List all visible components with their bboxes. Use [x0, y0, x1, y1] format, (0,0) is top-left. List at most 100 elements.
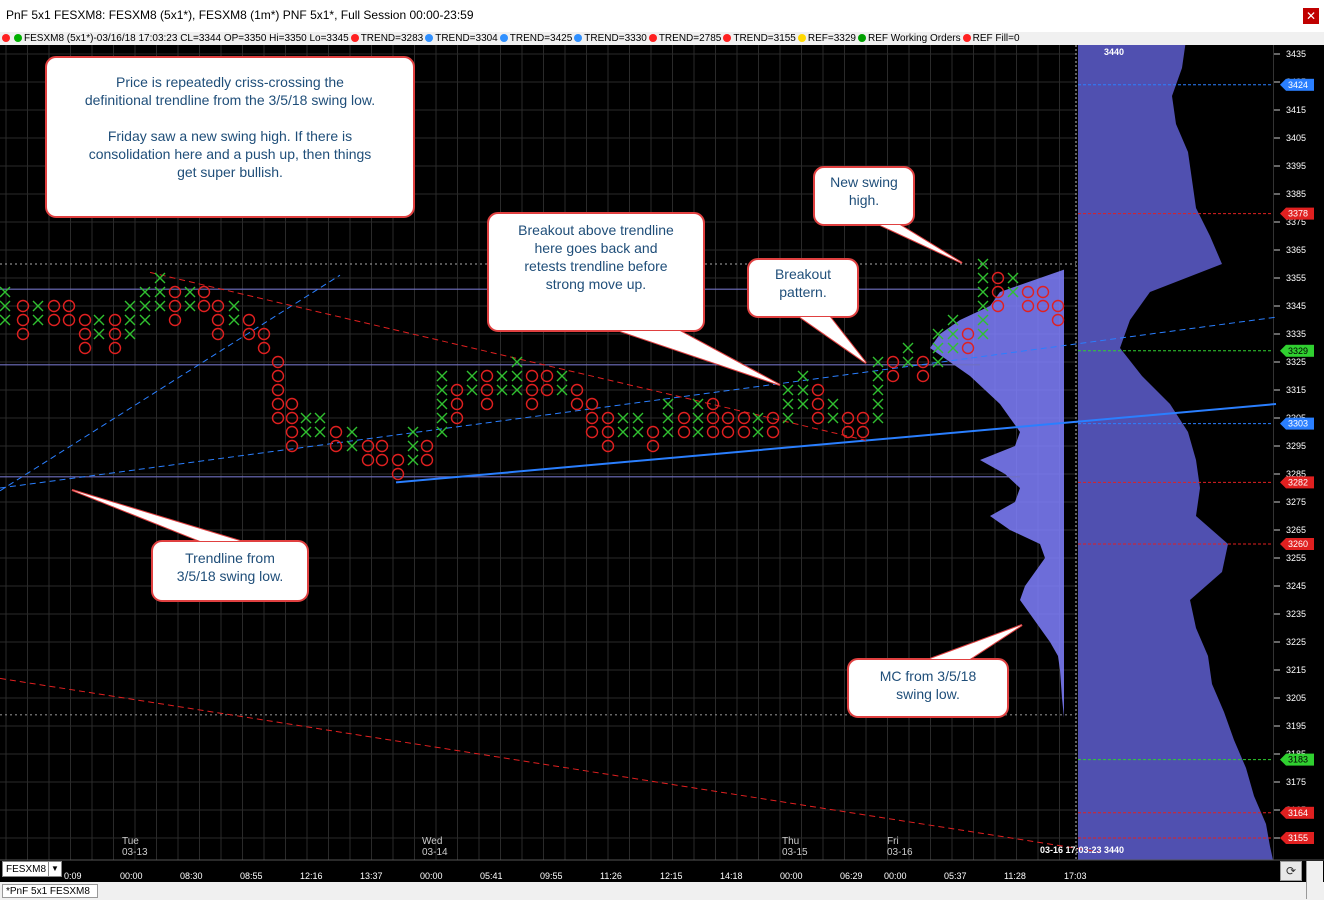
callout: Breakout above trendline here goes back a… [487, 212, 781, 386]
pnf-x-mark [314, 426, 326, 438]
pnf-o-mark [16, 313, 30, 327]
callout-text: pattern. [779, 284, 826, 300]
time-tick-label: 06:29 [840, 871, 863, 881]
current-price-label: 3440 [1104, 47, 1124, 57]
price-tick-label: 3325 [1286, 357, 1306, 367]
pnf-x-mark [93, 314, 105, 326]
date-day-label: Tue [122, 836, 139, 847]
price-tick-label: 3405 [1286, 133, 1306, 143]
time-tick-label: 12:15 [660, 871, 683, 881]
price-tag-label: 3303 [1288, 419, 1308, 429]
study-dot-icon [797, 34, 806, 42]
pnf-o-mark [525, 369, 539, 383]
price-tick-label: 3235 [1286, 609, 1306, 619]
callout: Price is repeatedly criss-crossing the de… [45, 56, 415, 218]
pnf-o-mark [585, 397, 599, 411]
price-tick-label: 3265 [1286, 525, 1306, 535]
callout-text: Trendline from [185, 550, 275, 566]
window-titlebar: PnF 5x1 FESXM8: FESXM8 (5x1*), FESXM8 (1… [0, 0, 1324, 33]
time-tick-label: 00:00 [884, 871, 907, 881]
study-dot-icon [723, 34, 732, 42]
price-tick-label: 3355 [1286, 273, 1306, 283]
pnf-o-mark [525, 397, 539, 411]
pnf-o-mark [329, 425, 343, 439]
callout-text: Friday saw a new swing high. If there is [108, 128, 352, 144]
callout: Breakout pattern. [747, 258, 867, 364]
chevron-down-icon: ▼ [48, 862, 61, 876]
pnf-o-mark [721, 425, 735, 439]
pnf-o-mark [886, 369, 900, 383]
pnf-o-mark [706, 425, 720, 439]
pnf-o-mark [766, 425, 780, 439]
pnf-x-mark [797, 398, 809, 410]
scrollbar[interactable] [1306, 861, 1323, 899]
symbol-select[interactable]: FESXM8 ▼ [2, 861, 62, 877]
study-label: TREND=3304 [435, 33, 498, 44]
refresh-icon[interactable]: ⟳ [1280, 861, 1302, 881]
time-tick-label: 14:18 [720, 871, 743, 881]
time-tick-label: 09:55 [540, 871, 563, 881]
chart-tab[interactable]: *PnF 5x1 FESXM8 [2, 884, 98, 898]
pnf-o-mark [375, 453, 389, 467]
pnf-o-mark [916, 369, 930, 383]
price-tag-label: 3183 [1288, 755, 1308, 765]
study-dot-icon [574, 34, 583, 42]
pnf-o-mark [570, 397, 584, 411]
study-dot-icon [425, 34, 434, 42]
price-tag-label: 3155 [1288, 833, 1308, 843]
price-tag-arrow [1280, 417, 1286, 430]
pnf-o-mark [737, 425, 751, 439]
price-tick-label: 3275 [1286, 497, 1306, 507]
study-label: REF Fill=0 [972, 33, 1020, 44]
callout: Trendline from 3/5/18 swing low. [71, 489, 309, 602]
pnf-o-mark [285, 397, 299, 411]
study-dot-icon [857, 34, 866, 42]
pnf-x-mark [407, 454, 419, 466]
price-tag-label: 3329 [1288, 346, 1308, 356]
time-tick-label: 08:55 [240, 871, 263, 881]
study-label: REF Working Orders [867, 33, 961, 44]
status-dot-icon [2, 34, 10, 42]
pnf-x-mark [617, 426, 629, 438]
pnf-x-mark [902, 342, 914, 354]
last-timestamp: 03-16 17:03:23 3440 [1040, 845, 1124, 855]
pnf-x-mark [139, 314, 151, 326]
price-tick-label: 3295 [1286, 441, 1306, 451]
study-label: TREND=3283 [360, 33, 424, 44]
pnf-chart[interactable]: Price is repeatedly criss-crossing the de… [0, 45, 1324, 882]
window-title: PnF 5x1 FESXM8: FESXM8 (5x1*), FESXM8 (1… [6, 8, 474, 22]
time-tick-label: 11:26 [600, 871, 622, 881]
pnf-o-mark [211, 313, 225, 327]
study-info-bar: FESXM8 (5x1*)-03/16/18 17:03:23 CL=3344 … [0, 32, 1324, 45]
price-tag-arrow [1280, 806, 1286, 819]
pnf-x-mark [662, 398, 674, 410]
price-tick-label: 3255 [1286, 553, 1306, 563]
time-tick-label: 00:00 [780, 871, 803, 881]
study-dot-icon [962, 34, 971, 42]
pnf-o-mark [78, 313, 92, 327]
pnf-o-mark [646, 425, 660, 439]
callout-text: swing low. [896, 686, 960, 702]
pnf-o-mark [391, 453, 405, 467]
close-button[interactable]: ✕ [1303, 8, 1319, 24]
time-tick-label: 05:41 [480, 871, 503, 881]
callout-text: definitional trendline from the 3/5/18 s… [85, 92, 375, 108]
pnf-x-mark [228, 314, 240, 326]
price-tick-label: 3215 [1286, 665, 1306, 675]
date-label: 03-15 [782, 847, 808, 858]
price-tag-label: 3260 [1288, 539, 1308, 549]
pnf-x-mark [511, 370, 523, 382]
pnf-o-mark [108, 341, 122, 355]
price-tag-arrow [1280, 78, 1286, 91]
pnf-o-mark [420, 453, 434, 467]
pnf-o-mark [78, 341, 92, 355]
pnf-o-mark [62, 313, 76, 327]
pnf-o-mark [271, 397, 285, 411]
pnf-x-mark [0, 286, 11, 298]
symbol-info: FESXM8 (5x1*)-03/16/18 17:03:23 CL=3344 … [24, 33, 349, 44]
pnf-x-mark [872, 398, 884, 410]
callout-text: New swing [830, 174, 898, 190]
pnf-x-mark [662, 426, 674, 438]
price-tick-label: 3205 [1286, 693, 1306, 703]
price-tick-label: 3435 [1286, 49, 1306, 59]
